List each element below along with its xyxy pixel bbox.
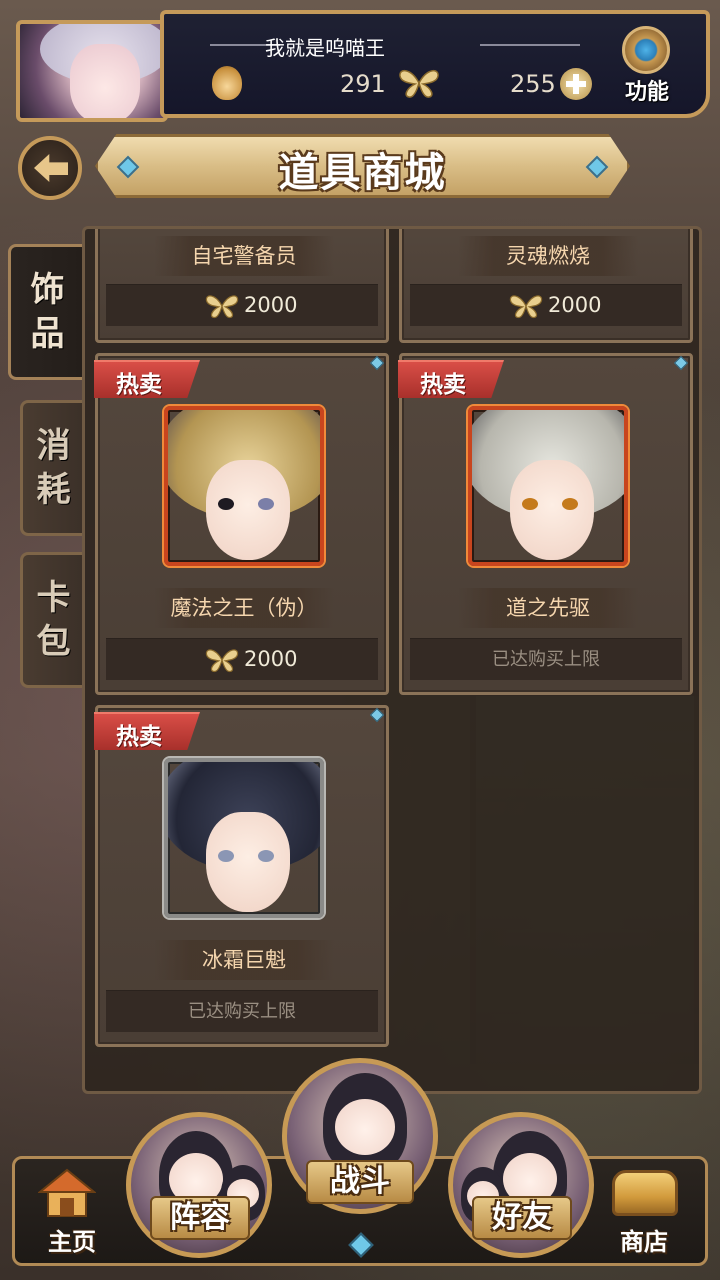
nav-battle-label: 战斗: [330, 1164, 390, 1199]
item-name: 道之先驱: [506, 596, 590, 620]
item-price: 2000: [244, 293, 298, 317]
nav-lineup-label: 阵容: [170, 1200, 230, 1235]
purchase-limit-status: 已达购买上限: [410, 638, 682, 680]
purchase-limit-status: 已达购买上限: [106, 990, 378, 1032]
eyepatch: [218, 498, 234, 510]
item-name-plate: 道之先驱: [458, 588, 638, 628]
item-name-plate: 自宅警备员: [154, 236, 334, 276]
shop-item-card[interactable]: 热卖 魔法之王（伪） 2000: [94, 353, 389, 695]
nav-battle-label-scroll: 战斗: [306, 1160, 414, 1204]
treasure-chest-icon: [612, 1170, 678, 1216]
name-divider-right: [480, 44, 580, 46]
chibi-face: [335, 1099, 395, 1155]
hot-sale-ribbon: 热卖: [94, 360, 200, 398]
nav-store-button[interactable]: 商店: [600, 1160, 692, 1270]
portrait-eye: [258, 498, 274, 510]
shop-item-card[interactable]: 热卖 道之先驱 已达购买上限: [398, 353, 693, 695]
purchase-limit-label: 已达购买上限: [492, 649, 600, 670]
hot-sale-label: 热卖: [116, 724, 162, 750]
shop-item-card[interactable]: 自宅警备员 2000: [95, 229, 389, 343]
avatar-face: [70, 44, 140, 118]
buy-button[interactable]: 2000: [106, 638, 378, 680]
tab-accessories[interactable]: 饰 品: [8, 244, 84, 380]
house-icon: [38, 1168, 96, 1217]
portrait-face: [510, 460, 594, 560]
gem-icon: [369, 707, 385, 723]
hot-sale-label: 热卖: [420, 372, 466, 398]
tab-accessories-char-2: 品: [30, 314, 65, 354]
nav-home-button[interactable]: 主页: [30, 1160, 120, 1270]
hot-sale-ribbon: 热卖: [94, 712, 200, 750]
tab-card-packs-char-2: 包: [36, 622, 71, 662]
tab-accessories-char-1: 饰: [30, 270, 65, 310]
item-price: 2000: [244, 647, 298, 671]
portrait-face: [206, 460, 290, 560]
page-title: 道具商城: [278, 150, 447, 196]
tab-consumables[interactable]: 消 耗: [20, 400, 84, 536]
function-label: 功能: [624, 80, 669, 105]
item-name-plate: 魔法之王（伪）: [154, 588, 334, 628]
stamina-icon: [212, 66, 242, 100]
item-name: 魔法之王（伪）: [170, 596, 318, 620]
gear-icon: [622, 26, 670, 74]
tab-consumables-char-1: 消: [36, 426, 71, 466]
buy-button[interactable]: 2000: [106, 284, 378, 326]
butterfly-value: 255: [510, 70, 556, 98]
buy-button[interactable]: 2000: [410, 284, 682, 326]
gem-icon: [369, 355, 385, 371]
hot-sale-ribbon: 热卖: [398, 360, 504, 398]
nav-lineup-label-scroll: 阵容: [150, 1196, 250, 1240]
back-button[interactable]: [18, 136, 82, 200]
portrait-eye: [218, 850, 234, 862]
nav-home-label: 主页: [48, 1228, 96, 1256]
portrait-eye: [258, 850, 274, 862]
shop-item-card[interactable]: 灵魂燃烧 2000: [399, 229, 693, 343]
back-arrow-icon: [34, 154, 68, 182]
item-name: 灵魂燃烧: [506, 244, 590, 268]
portrait-eye: [562, 498, 578, 510]
player-avatar[interactable]: [16, 20, 168, 122]
butterfly-icon: [205, 295, 239, 319]
item-price: 2000: [548, 293, 602, 317]
shop-panel[interactable]: 自宅警备员 2000 灵魂燃烧 2000 热卖 魔法之王（伪） 2000 热卖 …: [82, 226, 702, 1094]
shop-item-card[interactable]: 热卖 冰霜巨魁 已达购买上限: [94, 705, 389, 1047]
butterfly-icon: [399, 69, 439, 98]
stamina-value: 291: [340, 70, 386, 98]
nav-friends-label: 好友: [492, 1200, 552, 1235]
hot-sale-label: 热卖: [116, 372, 162, 398]
item-name-plate: 灵魂燃烧: [458, 236, 638, 276]
item-portrait: [164, 406, 324, 566]
nav-store-label: 商店: [620, 1228, 668, 1256]
player-name: 我就是呜喵王: [265, 36, 385, 60]
nav-friends-label-scroll: 好友: [472, 1196, 572, 1240]
add-currency-button[interactable]: [560, 68, 592, 100]
item-name: 自宅警备员: [191, 244, 297, 268]
item-portrait: [468, 406, 628, 566]
butterfly-icon: [205, 649, 239, 673]
player-header: [10, 8, 710, 122]
tab-card-packs-char-1: 卡: [36, 578, 71, 618]
purchase-limit-label: 已达购买上限: [188, 1001, 296, 1022]
function-button[interactable]: 功能: [612, 26, 682, 105]
item-portrait: [164, 758, 324, 918]
portrait-eye: [522, 498, 538, 510]
tab-consumables-char-2: 耗: [36, 470, 71, 510]
item-name-plate: 冰霜巨魁: [154, 940, 334, 980]
butterfly-icon: [509, 295, 543, 319]
tab-card-packs[interactable]: 卡 包: [20, 552, 84, 688]
item-name: 冰霜巨魁: [202, 948, 286, 972]
gem-icon: [673, 355, 689, 371]
portrait-face: [206, 812, 290, 912]
